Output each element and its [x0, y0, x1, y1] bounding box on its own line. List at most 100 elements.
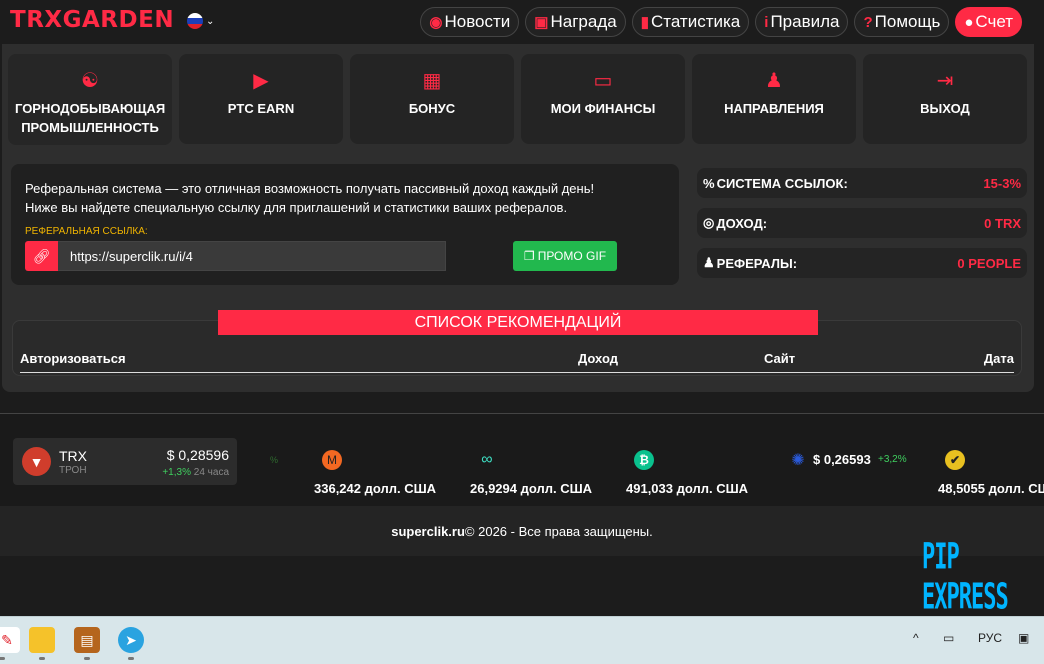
- coin-price: 48,5055 долл. США: [938, 481, 1044, 496]
- language-indicator[interactable]: РУС: [978, 631, 1002, 645]
- stat-label: РЕФЕРАЛЫ:: [716, 255, 798, 271]
- monero-icon: M: [322, 450, 342, 470]
- network-icon[interactable]: ▣: [1018, 631, 1029, 645]
- table-header: Авторизоваться Доход Сайт Дата: [20, 351, 1014, 373]
- copy-icon: ❐: [523, 249, 535, 263]
- language-selector[interactable]: ⌄: [187, 13, 214, 29]
- cardano-icon: ✺: [791, 452, 805, 469]
- nav-label: Счет: [975, 12, 1013, 31]
- nav-label: Награда: [550, 12, 617, 31]
- gift-icon: ▣: [534, 14, 549, 31]
- referral-line-2: Ниже вы найдете специальную ссылку для п…: [25, 200, 568, 215]
- gift-icon: ▦: [422, 69, 442, 92]
- rss-icon: ◉: [429, 14, 443, 31]
- folder-icon[interactable]: [29, 627, 55, 653]
- stat-label: СИСТЕМА ССЫЛОК:: [716, 175, 848, 191]
- footer-copyright: © 2026 - Все права защищены.: [464, 523, 653, 539]
- tile-bonus[interactable]: ▦ БОНУС: [350, 54, 514, 144]
- trx-change-period: 24 часа: [193, 467, 229, 478]
- play-icon: ▶: [253, 69, 269, 92]
- os-taskbar: ✎ ▤ ➤ ^ ▭ РУС ▣: [0, 616, 1044, 664]
- keyboard-icon[interactable]: ▭: [943, 631, 954, 645]
- tile-finances[interactable]: ▭ МОИ ФИНАНСЫ: [521, 54, 685, 144]
- trx-change-value: +1,3%: [162, 467, 191, 478]
- stat-income: ◎ ДОХОД: 0 TRX: [697, 208, 1027, 238]
- question-icon: ?: [863, 13, 873, 31]
- site-logo[interactable]: TRXGARDEN: [10, 7, 174, 33]
- referral-stats: % СИСТЕМА ССЫЛОК: 15-3% ◎ ДОХОД: 0 TRX ♟ РЕФЕ…: [697, 168, 1027, 288]
- stat-value: 0 TRX: [984, 215, 1021, 231]
- referral-box: Реферальная система — это отличная возмо…: [11, 164, 679, 285]
- column-header-date: Дата: [983, 351, 1014, 366]
- referral-link-label: РЕФЕРАЛЬНАЯ ССЫЛКА:: [25, 226, 148, 237]
- app-indicator: [0, 657, 5, 660]
- column-header-login: Авторизоваться: [20, 351, 126, 366]
- nav-label: Правила: [770, 12, 840, 31]
- nav-statistics-button[interactable]: ▮ Статистика: [631, 7, 750, 37]
- nav-label: Новости: [444, 12, 511, 31]
- nav-label: Статистика: [650, 12, 741, 31]
- russia-flag-icon: [187, 13, 203, 29]
- link-icon[interactable]: 🔗︎: [25, 241, 58, 271]
- crypto-ticker: ▼ TRX ТРОН $ 0,28596 +1,3% 24 часа % M 3…: [0, 414, 1044, 506]
- stat-referrals: ♟ РЕФЕРАЛЫ: 0 PEOPLE: [697, 248, 1027, 278]
- tile-ptc-earn[interactable]: ▶ PTC EARN: [179, 54, 343, 144]
- nav-news-button[interactable]: ◉ Новости: [420, 7, 520, 37]
- archive-app-icon[interactable]: ▤: [74, 627, 100, 653]
- tile-label: НАПРАВЛЕНИЯ: [724, 101, 824, 116]
- signal-icon: ▮: [640, 14, 649, 31]
- tile-logout[interactable]: ⇥ ВЫХОД: [863, 54, 1027, 144]
- tile-mining[interactable]: ☯ ГОРНОДОБЫВАЮЩАЯ ПРОМЫШЛЕННОСТЬ: [8, 54, 172, 145]
- nav-rules-button[interactable]: i Правила: [755, 7, 849, 37]
- users-icon: ♟: [703, 255, 715, 270]
- stat-link-system: % СИСТЕМА ССЫЛОК: 15-3%: [697, 168, 1027, 198]
- top-nav: ◉ Новости ▣ Награда ▮ Статистика i Правила ?…: [420, 7, 1022, 37]
- tile-label: PTC EARN: [227, 101, 295, 116]
- promo-gif-label: ПРОМО GIF: [537, 249, 607, 263]
- trx-card[interactable]: ▼ TRX ТРОН $ 0,28596 +1,3% 24 часа: [13, 438, 237, 485]
- recommendations-title: СПИСОК РЕКОМЕНДАЦИЙ: [218, 310, 818, 335]
- coin-price: 491,033 долл. США: [626, 481, 749, 496]
- column-header-site: Сайт: [764, 351, 796, 366]
- tray-chevron-up-icon[interactable]: ^: [913, 631, 919, 645]
- coin-price: 336,242 долл. США: [314, 481, 437, 496]
- watermark: PIP EXPRESS: [922, 538, 1009, 618]
- tile-label: БОНУС: [408, 101, 456, 116]
- menu-tiles: ☯ ГОРНОДОБЫВАЮЩАЯ ПРОМЫШЛЕННОСТЬ ▶ PTC EAR…: [8, 54, 1027, 145]
- referral-description: Реферальная система — это отличная возмо…: [25, 179, 594, 217]
- nav-label: Помощь: [874, 12, 941, 31]
- sign-out-icon: ⇥: [936, 69, 954, 92]
- pen-app-icon[interactable]: ✎: [0, 627, 20, 653]
- chevron-down-icon: ⌄: [206, 15, 215, 27]
- nav-account-button[interactable]: ● Счет: [955, 7, 1022, 37]
- coin-price: 26,9294 долл. США: [470, 481, 593, 496]
- tile-label: ВЫХОД: [920, 101, 970, 116]
- coins-icon: ◎: [703, 215, 715, 230]
- footer-brand[interactable]: superclik.ru: [391, 524, 465, 539]
- app-indicator: [128, 657, 134, 660]
- tile-label: ГОРНОДОБЫВАЮЩАЯ ПРОМЫШЛЕННОСТЬ: [15, 101, 166, 135]
- users-icon: ♟: [765, 69, 783, 92]
- trx-name: TRX: [59, 448, 87, 464]
- stat-value: 0 PEOPLE: [957, 255, 1021, 271]
- coin-change: +3,2%: [878, 454, 907, 465]
- hedera-icon: ∞: [481, 451, 493, 468]
- telegram-icon[interactable]: ➤: [118, 627, 144, 653]
- trx-change: +1,3% 24 часа: [162, 467, 229, 478]
- dashboard-panel: ☯ ГОРНОДОБЫВАЮЩАЯ ПРОМЫШЛЕННОСТЬ ▶ PTC EAR…: [2, 44, 1034, 392]
- stat-label: ДОХОД:: [716, 215, 768, 231]
- recommendations-table: СПИСОК РЕКОМЕНДАЦИЙ Авторизоваться Доход…: [12, 310, 1022, 376]
- referral-link-value[interactable]: https://superclik.ru/i/4: [58, 241, 446, 271]
- column-header-income: Доход: [578, 351, 618, 366]
- stat-value: 15-3%: [983, 175, 1021, 191]
- trx-subtitle: ТРОН: [59, 465, 87, 476]
- nav-reward-button[interactable]: ▣ Награда: [525, 7, 626, 37]
- tile-referrals[interactable]: ♟ НАПРАВЛЕНИЯ: [692, 54, 856, 144]
- promo-gif-button[interactable]: ❐ ПРОМО GIF: [513, 241, 617, 271]
- nav-help-button[interactable]: ? Помощь: [854, 7, 950, 37]
- money-icon: ▭: [593, 69, 613, 92]
- referral-link-field[interactable]: 🔗︎ https://superclik.ru/i/4: [25, 241, 446, 271]
- tile-label: МОИ ФИНАНСЫ: [550, 101, 656, 116]
- yin-yang-icon: ☯: [81, 69, 99, 92]
- tron-icon: ▼: [22, 447, 51, 476]
